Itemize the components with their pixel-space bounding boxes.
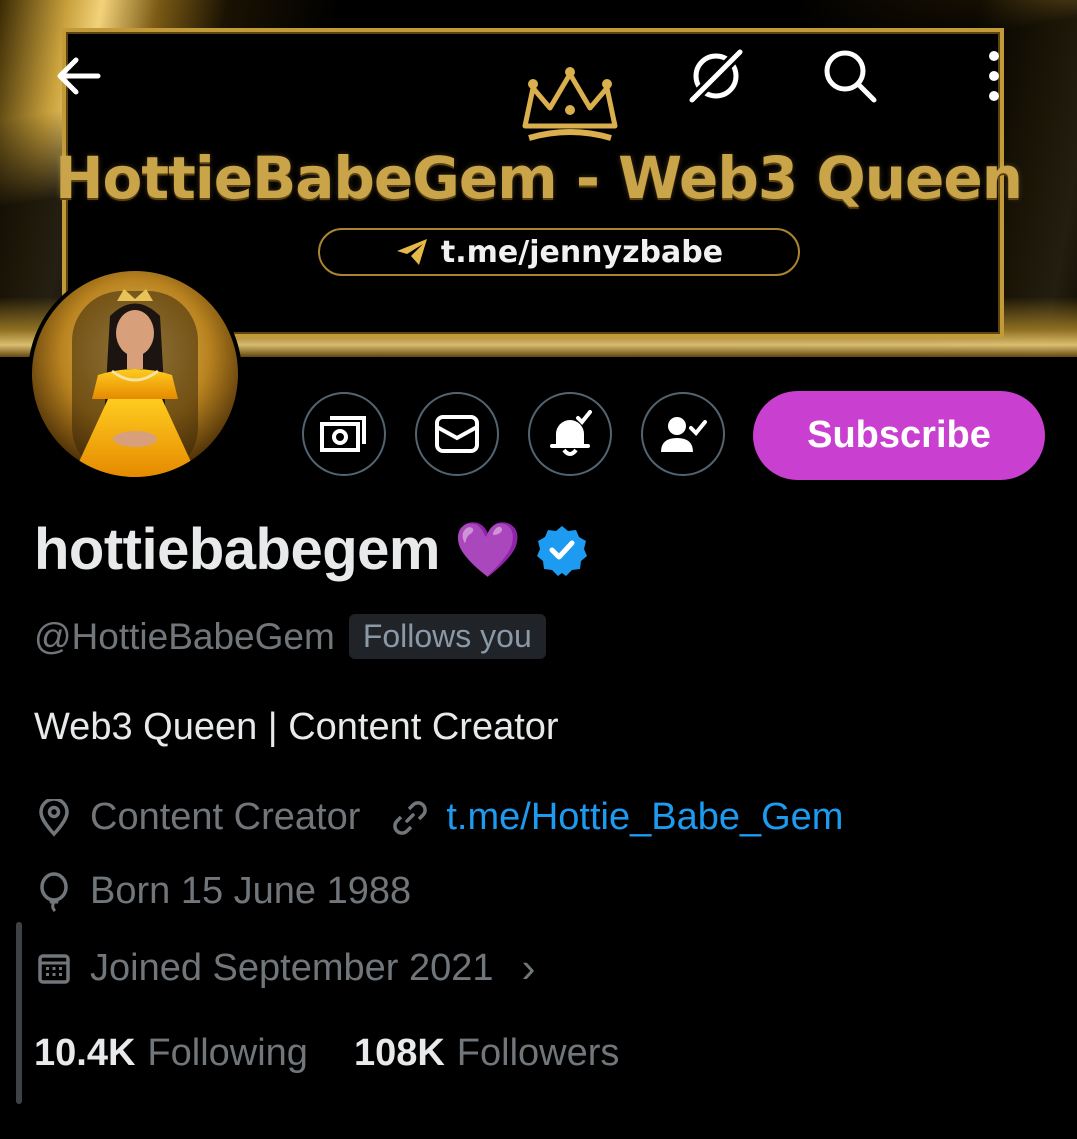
name-row: hottiebabegem 💜 xyxy=(34,516,589,583)
more-button[interactable] xyxy=(958,40,1030,112)
followers-stat[interactable]: 108K Followers xyxy=(354,1032,619,1075)
search-icon xyxy=(824,50,877,103)
following-count: 10.4K xyxy=(34,1032,136,1074)
handle: @HottieBabeGem xyxy=(34,615,335,657)
tip-button[interactable] xyxy=(302,392,386,476)
telegram-icon xyxy=(396,239,427,265)
more-vertical-icon xyxy=(989,51,999,101)
grok-icon xyxy=(686,46,746,106)
banner-link-pill: t.me/jennyzbabe xyxy=(318,228,800,276)
joined-text: Joined September 2021 xyxy=(90,946,494,989)
handle-row: @HottieBabeGem Follows you xyxy=(34,614,546,659)
notifications-on-icon xyxy=(550,410,592,456)
location-text: Content Creator xyxy=(90,796,361,838)
birthday-row: Born 15 June 1988 xyxy=(34,870,411,913)
avatar-image xyxy=(32,271,238,477)
location-pin-icon xyxy=(34,798,74,838)
chevron-right-icon: › xyxy=(521,944,536,991)
following-icon xyxy=(661,417,707,452)
banner-title: HottieBabeGem - Web3 Queen xyxy=(55,144,1023,212)
calendar-icon xyxy=(34,948,74,988)
display-name: hottiebabegem xyxy=(34,517,441,582)
crown-icon xyxy=(522,67,618,141)
back-button[interactable] xyxy=(42,40,114,112)
search-button[interactable] xyxy=(814,40,886,112)
followers-label: Followers xyxy=(456,1032,620,1074)
joined-row[interactable]: Joined September 2021 › xyxy=(34,944,536,992)
website-link[interactable]: t.me/Hottie_Babe_Gem xyxy=(446,796,843,839)
followers-count: 108K xyxy=(353,1032,445,1074)
purple-heart-emoji: 💜 xyxy=(454,519,522,580)
message-button[interactable] xyxy=(415,392,499,476)
notifications-button[interactable] xyxy=(528,392,612,476)
subscribe-button[interactable]: Subscribe xyxy=(753,391,1045,480)
follows-you-badge: Follows you xyxy=(348,614,546,659)
avatar[interactable] xyxy=(28,267,242,481)
scrollbar[interactable] xyxy=(16,922,22,1104)
following-label: Following xyxy=(147,1032,308,1074)
message-icon xyxy=(435,415,479,453)
following-button[interactable] xyxy=(641,392,725,476)
grok-button[interactable] xyxy=(680,40,752,112)
balloon-icon xyxy=(34,871,74,912)
tip-money-icon xyxy=(320,416,366,452)
location-row: Content Creator t.me/Hottie_Babe_Gem xyxy=(34,796,843,839)
verified-badge-icon[interactable] xyxy=(535,523,589,577)
following-stat[interactable]: 10.4K Following xyxy=(34,1032,308,1075)
follow-stats: 10.4K Following 108K Followers xyxy=(34,1032,619,1075)
back-arrow-icon xyxy=(57,57,101,95)
link-icon xyxy=(390,798,430,838)
bio: Web3 Queen | Content Creator xyxy=(34,706,559,748)
banner-link-text: t.me/jennyzbabe xyxy=(440,234,724,270)
birthday-text: Born 15 June 1988 xyxy=(90,870,412,912)
